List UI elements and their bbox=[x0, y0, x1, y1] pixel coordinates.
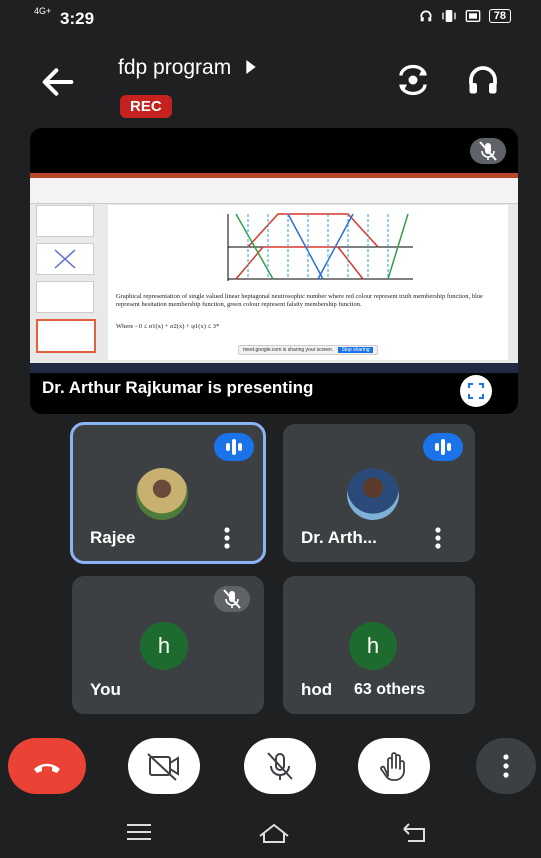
more-options-button[interactable] bbox=[476, 738, 536, 794]
meeting-title[interactable]: fdp program bbox=[118, 56, 257, 80]
avatar bbox=[136, 468, 188, 520]
clock: 3:29 bbox=[60, 9, 95, 28]
headphones-status-icon bbox=[420, 10, 432, 22]
mic-off-icon bbox=[479, 141, 497, 161]
audio-wave-icon bbox=[226, 439, 242, 455]
status-bar: 4G+ 3:29 78 bbox=[0, 0, 541, 40]
avatar-letter: h bbox=[349, 622, 397, 670]
headphones-icon[interactable] bbox=[465, 62, 501, 98]
volte-icon bbox=[465, 10, 481, 22]
shared-screen: Graphical representation of single value… bbox=[30, 173, 518, 373]
app-titlebar bbox=[30, 173, 518, 178]
participant-name: hod bbox=[301, 680, 333, 699]
speaking-indicator bbox=[423, 433, 463, 461]
others-count-badge[interactable]: 63 others bbox=[340, 673, 440, 707]
slide-formula: Where - 0 ≤ σ1(x) + σ2(x) + φ1(x) ≤ 3* bbox=[116, 323, 220, 330]
status-icons: 78 bbox=[419, 9, 511, 23]
recording-badge: REC bbox=[120, 95, 172, 118]
mic-toggle-button[interactable] bbox=[244, 738, 316, 794]
graph-figure bbox=[227, 213, 413, 281]
camera-toggle-button[interactable] bbox=[128, 738, 200, 794]
meeting-title-text: fdp program bbox=[118, 56, 232, 79]
speaking-indicator bbox=[214, 433, 254, 461]
presenter-muted-badge bbox=[470, 138, 506, 164]
mic-off-icon bbox=[223, 589, 241, 609]
app-ribbon bbox=[30, 173, 518, 204]
back-nav-icon[interactable] bbox=[400, 822, 430, 844]
vibrate-icon bbox=[442, 10, 456, 22]
phone-hangup-icon bbox=[34, 763, 60, 773]
muted-badge bbox=[214, 586, 250, 612]
battery-indicator: 78 bbox=[488, 9, 511, 23]
audio-wave-icon bbox=[435, 439, 451, 455]
recent-apps-icon[interactable] bbox=[125, 822, 153, 842]
slide-thumbnails bbox=[36, 205, 96, 365]
slide-thumbnail bbox=[36, 281, 94, 313]
participant-name: Dr. Arth... bbox=[301, 528, 377, 547]
mic-off-icon bbox=[267, 752, 293, 780]
fullscreen-button[interactable] bbox=[460, 375, 492, 407]
home-icon[interactable] bbox=[256, 822, 292, 844]
slide-text: Graphical representation of single value… bbox=[116, 293, 483, 309]
participant-tile-dr-arthur[interactable]: Dr. Arth... bbox=[283, 424, 475, 562]
arrow-left-icon[interactable] bbox=[38, 62, 78, 102]
avatar bbox=[347, 468, 399, 520]
slide-canvas: Graphical representation of single value… bbox=[108, 205, 508, 360]
more-vertical-icon[interactable] bbox=[435, 527, 441, 549]
more-vertical-icon bbox=[503, 754, 509, 778]
stop-sharing-button[interactable]: Stop sharing bbox=[338, 347, 373, 353]
participant-name: Rajee bbox=[90, 528, 136, 547]
participant-name: You bbox=[90, 680, 121, 699]
end-call-button[interactable] bbox=[8, 738, 86, 794]
raise-hand-icon bbox=[380, 752, 405, 781]
presenting-caption: Dr. Arthur Rajkumar is presenting bbox=[42, 378, 314, 397]
video-off-icon bbox=[147, 753, 179, 781]
participant-tile-rajee[interactable]: Rajee bbox=[70, 422, 266, 564]
slide-thumbnail bbox=[36, 243, 94, 275]
sharing-banner-text: meet.google.com is sharing your screen. bbox=[243, 347, 334, 353]
participant-tile-you[interactable]: h You bbox=[72, 576, 264, 714]
sharing-banner: meet.google.com is sharing your screen. … bbox=[238, 345, 378, 355]
slide-thumbnail-selected bbox=[36, 319, 96, 353]
app-taskbar bbox=[30, 363, 518, 373]
fullscreen-icon bbox=[468, 383, 484, 399]
chevron-right-icon bbox=[246, 60, 256, 74]
more-vertical-icon[interactable] bbox=[224, 527, 230, 549]
slide-thumbnail bbox=[36, 205, 94, 237]
switch-camera-icon[interactable] bbox=[395, 62, 431, 98]
presentation-tile[interactable]: Graphical representation of single value… bbox=[30, 128, 518, 414]
cross-shape bbox=[54, 249, 76, 269]
avatar-letter: h bbox=[140, 622, 188, 670]
network-indicator: 4G+ bbox=[34, 6, 52, 16]
raise-hand-button[interactable] bbox=[358, 738, 430, 794]
